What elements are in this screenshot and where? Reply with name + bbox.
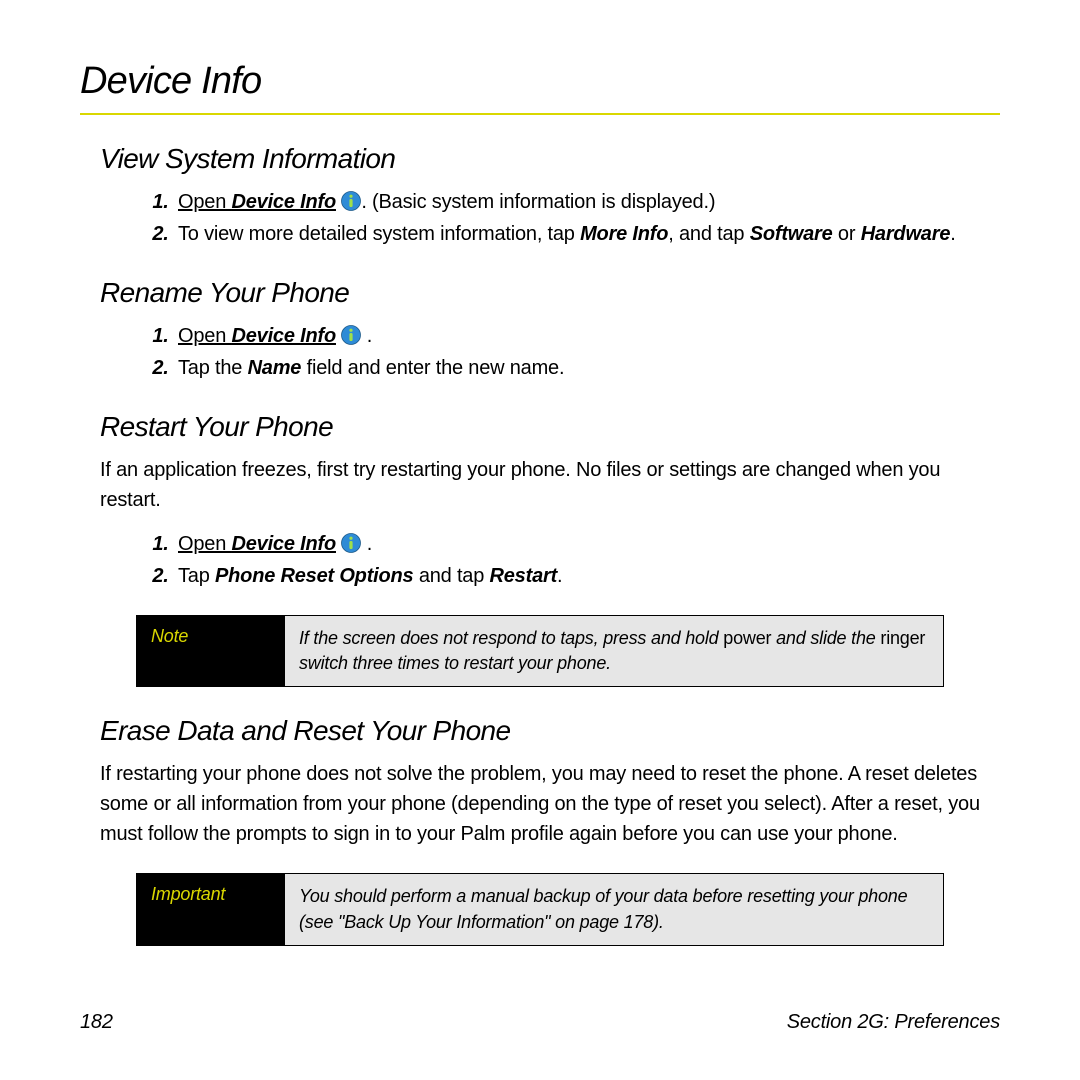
section-label: Section 2G: Preferences — [787, 1011, 1000, 1034]
heading-rule — [80, 113, 1000, 115]
important-content: You should perform a manual backup of yo… — [285, 874, 943, 944]
page-title: Device Info — [80, 60, 1000, 103]
section-restart-intro: If an application freezes, first try res… — [100, 455, 980, 515]
steps-rename: Open Device Info . Tap the Name field an… — [140, 321, 1000, 383]
important-callout: Important You should perform a manual ba… — [136, 873, 944, 945]
open-link[interactable]: Open Device Info — [178, 533, 336, 555]
step: Open Device Info . (Basic system informa… — [174, 187, 1000, 217]
section-rename-title: Rename Your Phone — [100, 277, 1000, 309]
section-erase-title: Erase Data and Reset Your Phone — [100, 715, 1000, 747]
section-view-sys-title: View System Information — [100, 143, 1000, 175]
page-number: 182 — [80, 1011, 113, 1034]
note-callout: Note If the screen does not respond to t… — [136, 615, 944, 687]
section-erase-intro: If restarting your phone does not solve … — [100, 759, 980, 849]
important-label: Important — [137, 874, 285, 944]
section-restart-title: Restart Your Phone — [100, 411, 1000, 443]
steps-restart: Open Device Info . Tap Phone Reset Optio… — [140, 529, 1000, 591]
note-content: If the screen does not respond to taps, … — [285, 616, 943, 686]
step: Open Device Info . — [174, 529, 1000, 559]
step: Tap the Name field and enter the new nam… — [174, 353, 1000, 383]
step: Open Device Info . — [174, 321, 1000, 351]
note-label: Note — [137, 616, 285, 686]
steps-view-sys: Open Device Info . (Basic system informa… — [140, 187, 1000, 249]
step: To view more detailed system information… — [174, 219, 1000, 249]
info-icon — [341, 532, 361, 552]
page-footer: 182 Section 2G: Preferences — [80, 1011, 1000, 1034]
info-icon — [341, 190, 361, 210]
open-link[interactable]: Open Device Info — [178, 325, 336, 347]
manual-page: Device Info View System Information Open… — [0, 0, 1080, 1080]
open-link[interactable]: Open Device Info — [178, 191, 336, 213]
step: Tap Phone Reset Options and tap Restart. — [174, 561, 1000, 591]
info-icon — [341, 324, 361, 344]
